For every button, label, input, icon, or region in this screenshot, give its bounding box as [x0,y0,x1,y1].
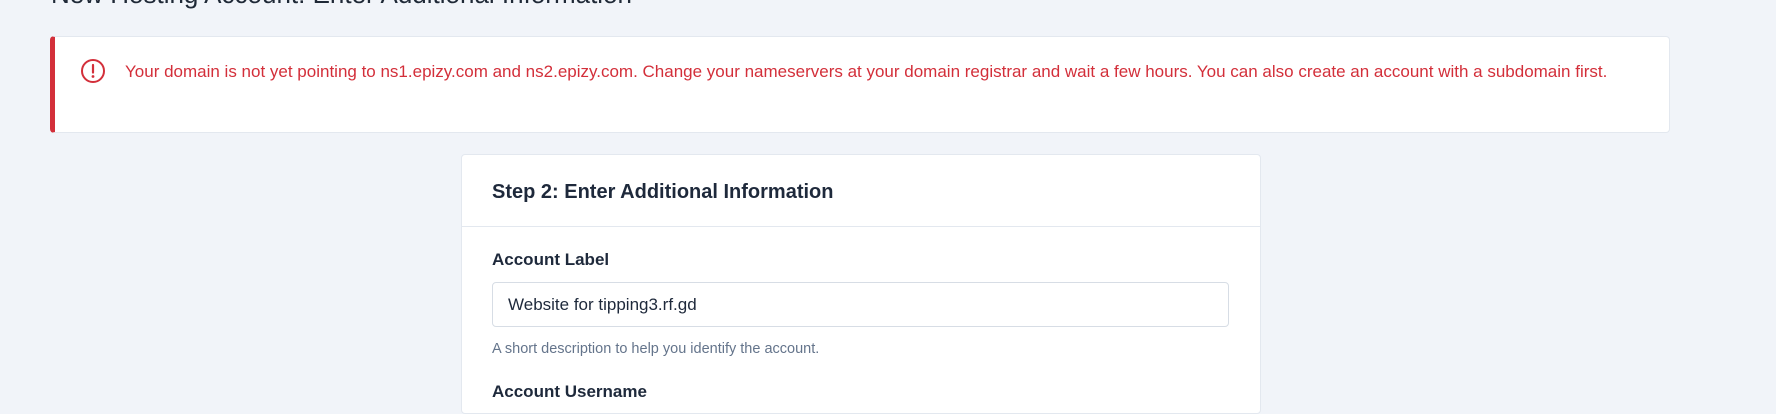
card-body: Account Label A short description to hel… [462,227,1260,403]
card-header: Step 2: Enter Additional Information [462,155,1260,227]
page-title: New Hosting Account: Enter Additional In… [51,0,632,10]
account-label-input[interactable] [492,282,1229,327]
account-username-label: Account Username [492,382,647,401]
card-title: Step 2: Enter Additional Information [492,181,834,203]
exclamation-circle-icon [80,58,106,84]
step-2-card: Step 2: Enter Additional Information Acc… [461,154,1261,414]
domain-warning-alert: Your domain is not yet pointing to ns1.e… [50,36,1670,133]
account-label-label: Account Label [492,250,610,269]
account-label-help: A short description to help you identify… [492,341,820,357]
alert-message: Your domain is not yet pointing to ns1.e… [125,62,1608,81]
